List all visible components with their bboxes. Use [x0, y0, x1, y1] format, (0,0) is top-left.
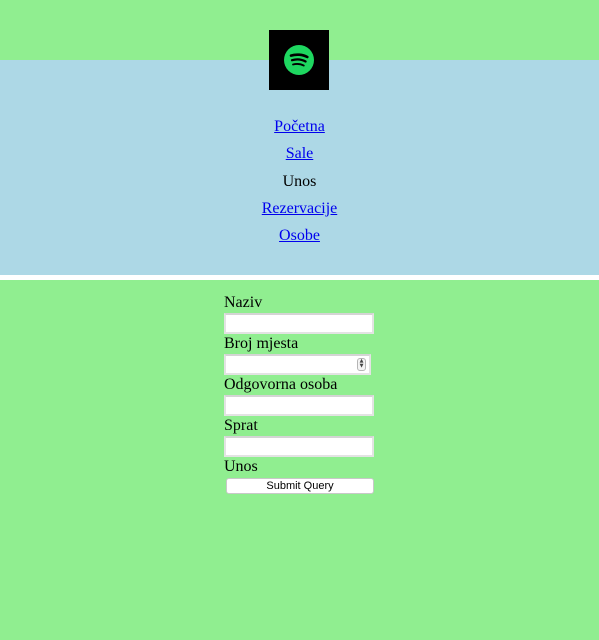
nav-current-unos: Unos — [282, 172, 317, 190]
odgovorna-osoba-label: Odgovorna osoba — [224, 376, 338, 393]
nav-link-pocetna[interactable]: Početna — [274, 118, 325, 135]
sprat-label: Sprat — [224, 417, 258, 434]
number-spinner-icon[interactable]: ▲ ▼ — [357, 358, 366, 371]
odgovorna-osoba-input[interactable] — [224, 395, 374, 416]
nav-item-pocetna: Početna — [0, 116, 599, 143]
unos-label: Unos — [224, 458, 258, 475]
broj-mjesta-input[interactable]: ▲ ▼ — [224, 354, 371, 375]
nav-link-rezervacije[interactable]: Rezervacije — [262, 200, 338, 217]
spotify-logo[interactable] — [269, 30, 329, 90]
main-nav: Početna Sale Unos Rezervacije Osobe — [0, 116, 599, 252]
sprat-input[interactable] — [224, 436, 374, 457]
nav-item-sale: Sale — [0, 143, 599, 170]
broj-mjesta-label: Broj mjesta — [224, 335, 299, 352]
nav-link-osobe[interactable]: Osobe — [279, 227, 320, 244]
naziv-input[interactable] — [224, 313, 374, 334]
nav-item-osobe: Osobe — [0, 225, 599, 252]
spotify-icon — [284, 45, 314, 75]
nav-item-rezervacije: Rezervacije — [0, 198, 599, 225]
divider — [0, 275, 599, 280]
unos-form: Naziv Broj mjesta ▲ ▼ Odgovorna osoba Spr… — [224, 293, 384, 494]
nav-item-unos: Unos — [0, 171, 599, 198]
submit-button[interactable]: Submit Query — [226, 478, 374, 494]
naziv-label: Naziv — [224, 294, 263, 311]
nav-link-sale[interactable]: Sale — [286, 145, 314, 162]
